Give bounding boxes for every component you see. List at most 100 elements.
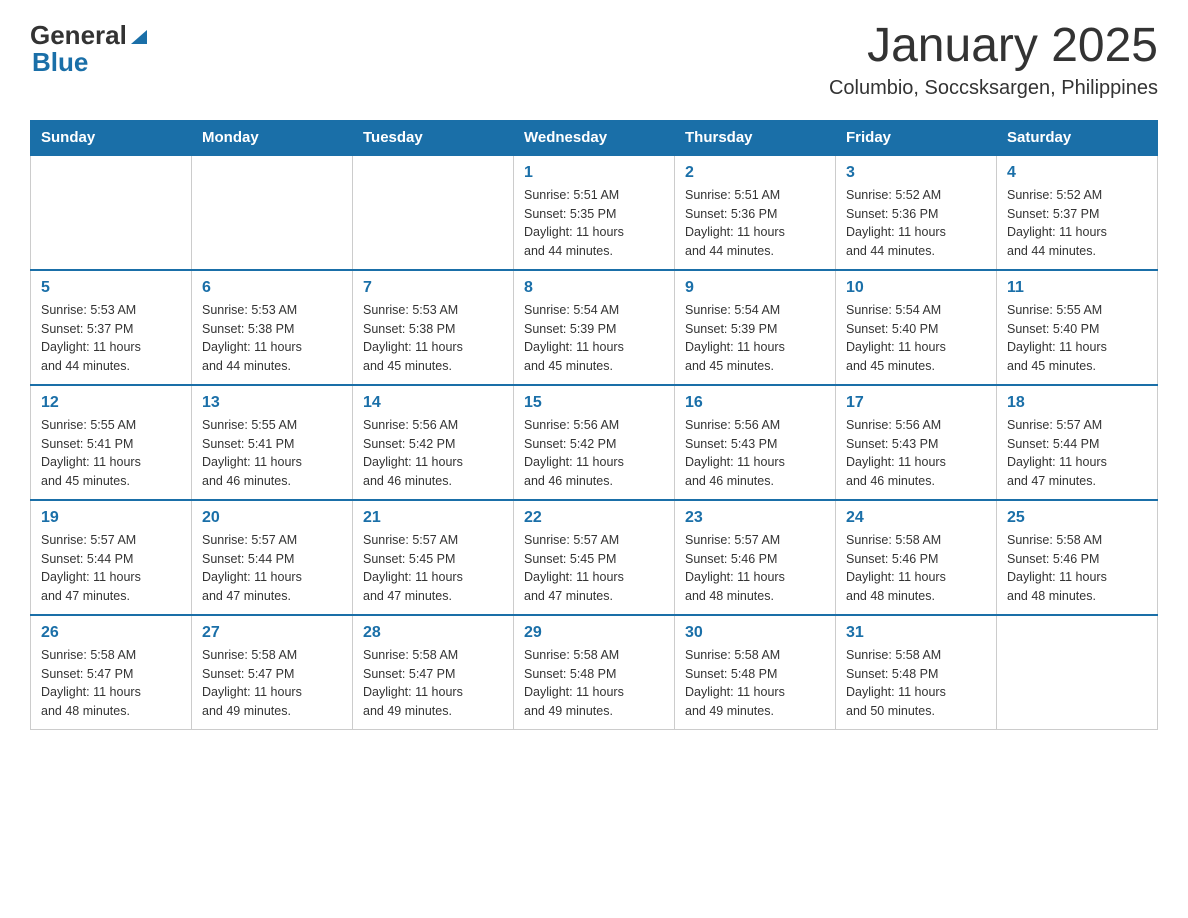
day-info: Sunrise: 5:56 AMSunset: 5:42 PMDaylight:… [363,416,503,491]
calendar-cell: 25 Sunrise: 5:58 AMSunset: 5:46 PMDayligh… [997,500,1158,615]
week-row-1: 1Sunrise: 5:51 AMSunset: 5:35 PMDaylight… [31,155,1158,270]
calendar-cell [997,615,1158,730]
calendar-cell: 8 Sunrise: 5:54 AMSunset: 5:39 PMDaylight… [514,270,675,385]
day-number: 15 [524,394,664,412]
day-info: Sunrise: 5:55 AMSunset: 5:40 PMDaylight:… [1007,301,1147,376]
day-info: Sunrise: 5:54 AMSunset: 5:39 PMDaylight:… [524,301,664,376]
col-monday: Monday [192,120,353,155]
calendar-cell: 10 Sunrise: 5:54 AMSunset: 5:40 PMDayligh… [836,270,997,385]
day-number: 10 [846,279,986,297]
day-info: Sunrise: 5:58 AMSunset: 5:46 PMDaylight:… [846,531,986,606]
calendar-cell: 5 Sunrise: 5:53 AMSunset: 5:37 PMDaylight… [31,270,192,385]
day-number: 7 [363,279,503,297]
calendar-cell: 17 Sunrise: 5:56 AMSunset: 5:43 PMDayligh… [836,385,997,500]
day-number: 25 [1007,509,1147,527]
month-title: January 2025 [829,20,1158,73]
calendar-cell: 16Sunrise: 5:56 AMSunset: 5:43 PMDayligh… [675,385,836,500]
day-info: Sunrise: 5:57 AMSunset: 5:45 PMDaylight:… [363,531,503,606]
day-number: 12 [41,394,181,412]
day-info: Sunrise: 5:52 AMSunset: 5:37 PMDaylight:… [1007,186,1147,261]
calendar-cell [192,155,353,270]
day-info: Sunrise: 5:55 AMSunset: 5:41 PMDaylight:… [41,416,181,491]
col-saturday: Saturday [997,120,1158,155]
day-number: 26 [41,624,181,642]
calendar-cell: 27 Sunrise: 5:58 AMSunset: 5:47 PMDayligh… [192,615,353,730]
week-row-2: 5 Sunrise: 5:53 AMSunset: 5:37 PMDaylight… [31,270,1158,385]
calendar-cell: 12 Sunrise: 5:55 AMSunset: 5:41 PMDayligh… [31,385,192,500]
day-number: 8 [524,279,664,297]
logo: General Blue [30,20,149,78]
calendar-cell: 20Sunrise: 5:57 AMSunset: 5:44 PMDayligh… [192,500,353,615]
day-number: 4 [1007,164,1147,182]
col-wednesday: Wednesday [514,120,675,155]
calendar-cell: 14 Sunrise: 5:56 AMSunset: 5:42 PMDayligh… [353,385,514,500]
day-info: Sunrise: 5:52 AMSunset: 5:36 PMDaylight:… [846,186,986,261]
day-info: Sunrise: 5:58 AMSunset: 5:48 PMDaylight:… [524,646,664,721]
day-info: Sunrise: 5:56 AMSunset: 5:43 PMDaylight:… [846,416,986,491]
calendar-cell: 22Sunrise: 5:57 AMSunset: 5:45 PMDayligh… [514,500,675,615]
day-number: 27 [202,624,342,642]
calendar-cell: 29 Sunrise: 5:58 AMSunset: 5:48 PMDayligh… [514,615,675,730]
col-tuesday: Tuesday [353,120,514,155]
day-number: 1 [524,164,664,182]
day-number: 14 [363,394,503,412]
location-subtitle: Columbio, Soccsksargen, Philippines [829,77,1158,100]
col-friday: Friday [836,120,997,155]
day-number: 5 [41,279,181,297]
day-number: 24 [846,509,986,527]
col-sunday: Sunday [31,120,192,155]
day-number: 21 [363,509,503,527]
col-thursday: Thursday [675,120,836,155]
calendar-cell: 21 Sunrise: 5:57 AMSunset: 5:45 PMDayligh… [353,500,514,615]
calendar-cell: 2 Sunrise: 5:51 AMSunset: 5:36 PMDaylight… [675,155,836,270]
calendar-cell: 9 Sunrise: 5:54 AMSunset: 5:39 PMDaylight… [675,270,836,385]
day-number: 28 [363,624,503,642]
day-info: Sunrise: 5:54 AMSunset: 5:40 PMDaylight:… [846,301,986,376]
day-info: Sunrise: 5:57 AMSunset: 5:44 PMDaylight:… [1007,416,1147,491]
calendar-cell: 1Sunrise: 5:51 AMSunset: 5:35 PMDaylight… [514,155,675,270]
day-info: Sunrise: 5:58 AMSunset: 5:46 PMDaylight:… [1007,531,1147,606]
day-number: 9 [685,279,825,297]
calendar-cell: 23Sunrise: 5:57 AMSunset: 5:46 PMDayligh… [675,500,836,615]
day-info: Sunrise: 5:53 AMSunset: 5:38 PMDaylight:… [363,301,503,376]
calendar-cell: 28 Sunrise: 5:58 AMSunset: 5:47 PMDayligh… [353,615,514,730]
day-number: 31 [846,624,986,642]
day-number: 22 [524,509,664,527]
week-row-5: 26 Sunrise: 5:58 AMSunset: 5:47 PMDayligh… [31,615,1158,730]
day-info: Sunrise: 5:55 AMSunset: 5:41 PMDaylight:… [202,416,342,491]
title-section: January 2025 Columbio, Soccsksargen, Phi… [829,20,1158,100]
day-info: Sunrise: 5:57 AMSunset: 5:44 PMDaylight:… [202,531,342,606]
calendar-cell: 6Sunrise: 5:53 AMSunset: 5:38 PMDaylight… [192,270,353,385]
day-number: 11 [1007,279,1147,297]
day-number: 3 [846,164,986,182]
week-row-4: 19Sunrise: 5:57 AMSunset: 5:44 PMDayligh… [31,500,1158,615]
day-number: 2 [685,164,825,182]
calendar-cell [31,155,192,270]
calendar-cell: 30Sunrise: 5:58 AMSunset: 5:48 PMDayligh… [675,615,836,730]
day-info: Sunrise: 5:53 AMSunset: 5:37 PMDaylight:… [41,301,181,376]
day-info: Sunrise: 5:58 AMSunset: 5:47 PMDaylight:… [202,646,342,721]
day-info: Sunrise: 5:56 AMSunset: 5:42 PMDaylight:… [524,416,664,491]
page-header: General Blue January 2025 Columbio, Socc… [30,20,1158,100]
day-info: Sunrise: 5:57 AMSunset: 5:44 PMDaylight:… [41,531,181,606]
day-info: Sunrise: 5:54 AMSunset: 5:39 PMDaylight:… [685,301,825,376]
day-info: Sunrise: 5:51 AMSunset: 5:36 PMDaylight:… [685,186,825,261]
day-number: 16 [685,394,825,412]
calendar-cell: 7 Sunrise: 5:53 AMSunset: 5:38 PMDaylight… [353,270,514,385]
calendar-cell: 15 Sunrise: 5:56 AMSunset: 5:42 PMDayligh… [514,385,675,500]
day-info: Sunrise: 5:58 AMSunset: 5:48 PMDaylight:… [846,646,986,721]
logo-blue: Blue [32,47,88,78]
day-number: 23 [685,509,825,527]
day-number: 17 [846,394,986,412]
day-info: Sunrise: 5:58 AMSunset: 5:47 PMDaylight:… [363,646,503,721]
day-info: Sunrise: 5:58 AMSunset: 5:48 PMDaylight:… [685,646,825,721]
calendar-cell: 26 Sunrise: 5:58 AMSunset: 5:47 PMDayligh… [31,615,192,730]
calendar-cell: 11 Sunrise: 5:55 AMSunset: 5:40 PMDayligh… [997,270,1158,385]
calendar-cell: 31 Sunrise: 5:58 AMSunset: 5:48 PMDayligh… [836,615,997,730]
logo-triangle-icon [129,26,149,46]
calendar-cell: 3 Sunrise: 5:52 AMSunset: 5:36 PMDaylight… [836,155,997,270]
day-number: 29 [524,624,664,642]
day-info: Sunrise: 5:58 AMSunset: 5:47 PMDaylight:… [41,646,181,721]
day-number: 6 [202,279,342,297]
calendar-cell [353,155,514,270]
